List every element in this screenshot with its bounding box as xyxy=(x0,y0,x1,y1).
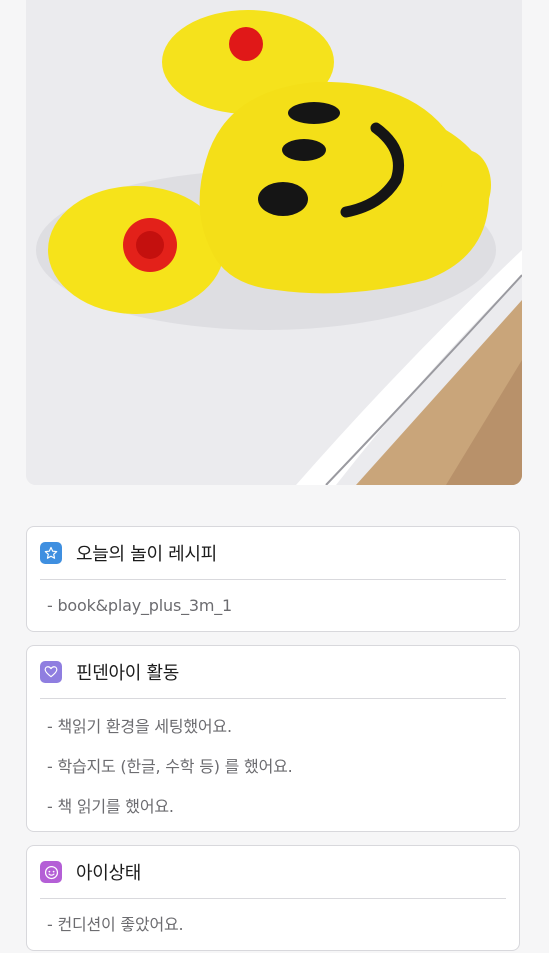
list-item: - 책읽기 환경을 세팅했어요. xyxy=(47,717,232,736)
activity-card: 핀덴아이 활동 - 책읽기 환경을 세팅했어요. - 학습지도 (한글, 수학 … xyxy=(26,645,520,832)
list-item: - 학습지도 (한글, 수학 등) 를 했어요. xyxy=(47,757,293,776)
activity-photo[interactable] xyxy=(26,0,522,485)
card-title: 오늘의 놀이 레시피 xyxy=(76,544,217,565)
star-icon xyxy=(40,542,62,564)
smile-face-icon xyxy=(40,861,62,883)
card-header: 오늘의 놀이 레시피 xyxy=(40,527,506,580)
list-item: - 컨디션이 좋았어요. xyxy=(47,915,184,934)
list-item: - 책 읽기를 했어요. xyxy=(47,797,174,816)
card-title: 아이상태 xyxy=(76,863,142,884)
clay-mouse-photo-illustration xyxy=(26,0,522,485)
child-condition-card: 아이상태 - 컨디션이 좋았어요. xyxy=(26,845,520,951)
heart-icon xyxy=(40,661,62,683)
card-title: 핀덴아이 활동 xyxy=(76,663,179,684)
card-header: 핀덴아이 활동 xyxy=(40,646,506,699)
list-item: - book&play_plus_3m_1 xyxy=(47,596,233,615)
card-header: 아이상태 xyxy=(40,846,506,899)
play-recipe-card: 오늘의 놀이 레시피 - book&play_plus_3m_1 xyxy=(26,526,520,632)
